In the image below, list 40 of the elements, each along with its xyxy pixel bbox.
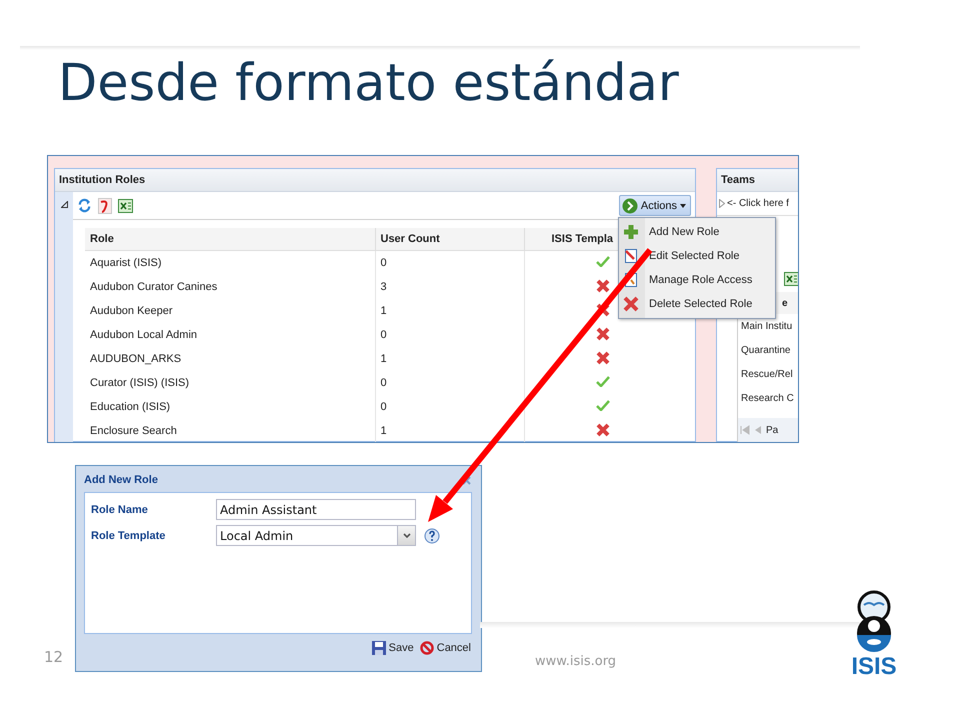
menu-item[interactable]: Manage Role Access [619, 268, 775, 292]
column-header[interactable]: User Count [375, 228, 524, 250]
logo-text: ISIS [851, 654, 897, 680]
table-cell-text: Rescue/Rel [740, 368, 794, 382]
table-cell: 0 [375, 250, 524, 275]
table-cell: Audubon Curator Canines [85, 275, 375, 299]
field-label: Role Name [91, 504, 149, 516]
table-cell-text: Main Institu [740, 320, 794, 334]
menu-item[interactable]: Delete Selected Role [619, 292, 775, 316]
table-cell: Audubon Keeper [85, 299, 375, 323]
table-cell: 1 [375, 419, 524, 442]
dialog-title: Add New Role [84, 474, 158, 486]
table-cell: 1 [375, 299, 524, 323]
table-cell: 0 [375, 395, 524, 419]
save-button[interactable]: Save [370, 641, 415, 655]
pager-label: Pa [766, 424, 778, 436]
table-cell: Education (ISIS) [85, 395, 375, 419]
table-cell: Curator (ISIS) (ISIS) [85, 371, 375, 395]
table-cell: 0 [375, 371, 524, 395]
panel-title: Teams [717, 169, 798, 192]
table-cell: Enclosure Search [85, 419, 375, 442]
panel-title: Institution Roles [55, 169, 695, 192]
table-cell: 3 [375, 275, 524, 299]
table-cell: AUDUBON_ARKS [85, 347, 375, 371]
page-number: 12 [44, 648, 64, 666]
table-cell: 0 [375, 323, 524, 347]
table-cell: 1 [375, 347, 524, 371]
table-cell: Aquarist (ISIS) [85, 250, 375, 275]
website-url: www.isis.org [535, 654, 616, 669]
slide-title: Desde formato estándar [58, 54, 679, 113]
table-cell-text: Research C [740, 392, 795, 406]
table-cell-text: Quarantine [740, 344, 792, 358]
hint-text[interactable]: <- Click here f [727, 198, 789, 209]
cancel-button[interactable]: Cancel [418, 641, 472, 655]
actions-button[interactable]: Actions [618, 195, 691, 216]
field-label: Role Template [91, 530, 166, 542]
template-dropdown[interactable]: Local Admin [216, 525, 416, 546]
input-field[interactable]: Admin Assistant [216, 499, 416, 520]
column-header[interactable]: Role [85, 228, 375, 250]
table-cell: Audubon Local Admin [85, 323, 375, 347]
